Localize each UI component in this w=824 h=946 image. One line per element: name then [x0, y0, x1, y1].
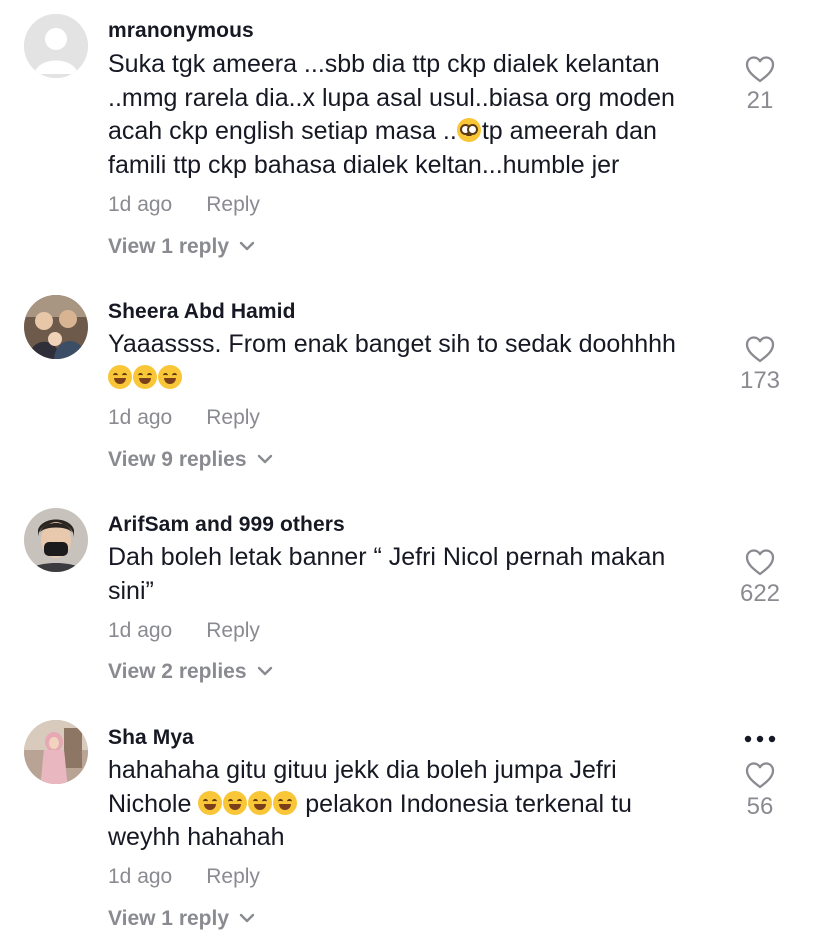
- comment-text-line: acah ckp english setiap masa .. tp ameera…: [108, 115, 718, 149]
- avatar[interactable]: [24, 14, 88, 78]
- heart-icon: [745, 549, 775, 576]
- comment-meta: 1d ago Reply: [108, 193, 260, 217]
- view-replies-button[interactable]: View 1 reply: [108, 907, 255, 931]
- flushed-face-emoji-icon: [456, 118, 481, 142]
- like-button[interactable]: 21: [728, 54, 792, 115]
- view-replies-button[interactable]: View 9 replies: [108, 448, 273, 472]
- reply-button[interactable]: Reply: [206, 619, 260, 642]
- chevron-down-icon: [257, 454, 272, 464]
- comment-text: Suka tgk ameera ...sbb dia ttp ckp diale…: [108, 48, 718, 182]
- chevron-down-icon: [239, 241, 255, 251]
- comment-username[interactable]: Sheera Abd Hamid: [108, 300, 296, 324]
- comment-text-line: Suka tgk ameera ...sbb dia ttp ckp diale…: [108, 50, 660, 78]
- comment-text: Dah boleh letak banner “ Jefri Nicol per…: [108, 541, 718, 608]
- comment-username[interactable]: ArifSam and 999 others: [108, 513, 345, 537]
- comment-timestamp: 1d ago: [108, 406, 173, 429]
- heart-icon: [745, 336, 775, 363]
- comment-text-line: sini”: [108, 576, 154, 605]
- reply-button[interactable]: Reply: [206, 193, 260, 216]
- chevron-down-icon: [257, 666, 272, 676]
- comment-timestamp: 1d ago: [108, 193, 173, 216]
- comment-text-segment: tp ameerah dan: [481, 117, 657, 145]
- tears-of-joy-emoji-icon: [248, 790, 273, 815]
- view-replies-label: View 9 replies: [108, 448, 247, 471]
- profile-photo-icon: [24, 508, 88, 572]
- comment-text-line: Dah boleh letak banner “ Jefri Nicol per…: [108, 543, 666, 571]
- like-count: 173: [739, 367, 781, 394]
- tears-of-joy-emoji-icon: [223, 790, 248, 815]
- like-count: 21: [746, 87, 774, 114]
- comment-text-line: Yaaassss. From enak banget sih to sedak …: [108, 330, 676, 358]
- comment-text: hahahaha gitu gituu jekk dia boleh jumpa…: [108, 754, 718, 855]
- view-replies-label: View 1 reply: [108, 907, 230, 930]
- view-replies-button[interactable]: View 2 replies: [108, 660, 273, 684]
- default-avatar-icon: [24, 14, 88, 78]
- profile-photo-icon: [24, 295, 88, 359]
- avatar[interactable]: [24, 508, 88, 572]
- view-replies-label: View 1 reply: [108, 235, 230, 258]
- reply-button[interactable]: Reply: [206, 406, 260, 429]
- heart-icon: [745, 762, 775, 789]
- comment-text-segment: acah ckp english setiap masa ..: [108, 117, 457, 145]
- like-count: 622: [739, 580, 781, 607]
- comment-username[interactable]: Sha Mya: [108, 726, 194, 750]
- like-button[interactable]: 56: [728, 760, 792, 821]
- comment-text-line: weyhh hahahah: [108, 823, 285, 851]
- comment-text-segment: pelakon Indonesia terkenal tu: [298, 789, 632, 818]
- rofl-emoji-icon: [133, 364, 157, 389]
- comment-username[interactable]: mranonymous: [108, 19, 254, 43]
- comment-text-line: hahahaha gitu gituu jekk dia boleh jumpa…: [108, 756, 617, 784]
- avatar[interactable]: [24, 720, 88, 784]
- rofl-emoji-icon: [158, 364, 182, 389]
- comment-text-segment: Nichole: [108, 789, 199, 818]
- like-button[interactable]: 173: [728, 334, 792, 395]
- view-replies-label: View 2 replies: [108, 660, 247, 683]
- comment-timestamp: 1d ago: [108, 619, 173, 642]
- reply-button[interactable]: Reply: [206, 865, 260, 888]
- more-options-icon[interactable]: [743, 734, 777, 744]
- tears-of-joy-emoji-icon: [198, 790, 223, 815]
- heart-icon: [745, 56, 775, 83]
- comment-text-line: famili ttp ckp bahasa dialek keltan...hu…: [108, 150, 620, 179]
- comment-timestamp: 1d ago: [108, 865, 173, 888]
- avatar[interactable]: [24, 295, 88, 359]
- rofl-emoji-icon: [108, 364, 132, 389]
- comment-meta: 1d ago Reply: [108, 619, 260, 643]
- comment-emoji-line: [108, 362, 718, 396]
- profile-photo-icon: [24, 720, 88, 784]
- comment-text-line: ..mmg rarela dia..x lupa asal usul..bias…: [108, 83, 675, 112]
- comment-text-line: Nichole pelakon Indonesia terkenal tu: [108, 788, 718, 822]
- comment-text: Yaaassss. From enak banget sih to sedak …: [108, 328, 718, 395]
- comment-meta: 1d ago Reply: [108, 406, 260, 430]
- tears-of-joy-emoji-icon: [273, 790, 298, 815]
- like-button[interactable]: 622: [728, 547, 792, 608]
- chevron-down-icon: [239, 913, 255, 923]
- comment-meta: 1d ago Reply: [108, 865, 260, 889]
- like-count: 56: [746, 793, 774, 820]
- view-replies-button[interactable]: View 1 reply: [108, 235, 255, 259]
